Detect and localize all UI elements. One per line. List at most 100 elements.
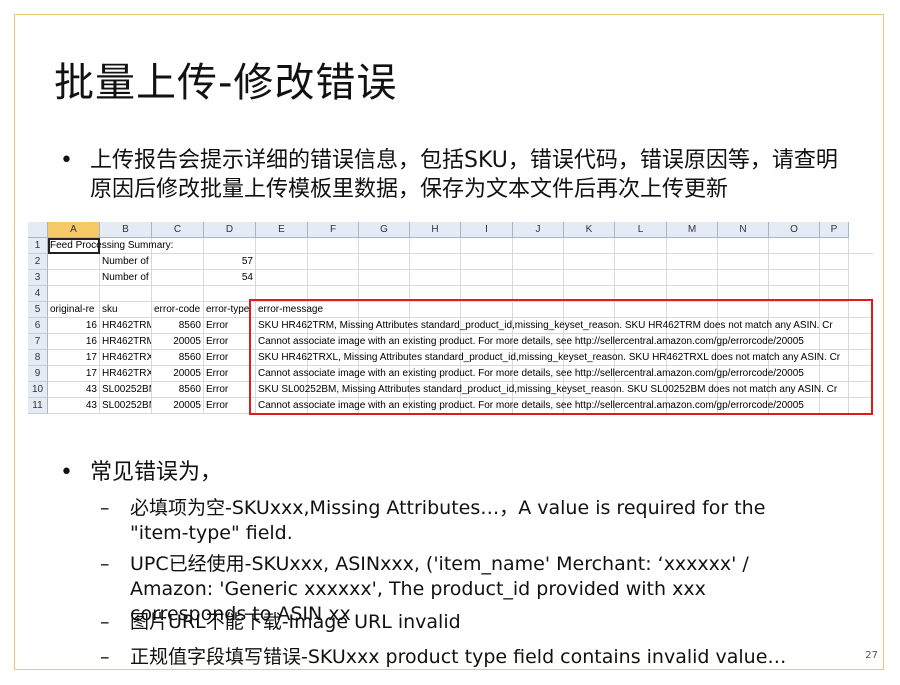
column-header-d[interactable]: D <box>204 222 256 238</box>
grid-cell[interactable] <box>615 254 667 270</box>
slide-title: 批量上传-修改错误 <box>54 60 398 106</box>
bullet-dot: • <box>60 148 73 173</box>
grid-cell[interactable] <box>820 270 849 286</box>
data-cell[interactable]: 17 <box>48 350 100 366</box>
data-cell[interactable]: HR462TRM <box>100 318 152 334</box>
grid-cell[interactable] <box>256 270 308 286</box>
sub-item-text: 必填项为空-SKUxxx,Missing Attributes…，A value… <box>130 497 766 544</box>
data-cell[interactable]: SL00252BM <box>100 398 152 414</box>
grid-cell[interactable] <box>718 270 769 286</box>
row-number[interactable]: 4 <box>28 286 48 302</box>
data-cell[interactable]: 17 <box>48 366 100 382</box>
data-cell[interactable]: 20005 <box>152 398 204 414</box>
grid-cell[interactable] <box>410 254 461 270</box>
data-cell[interactable]: 20005 <box>152 366 204 382</box>
data-cell[interactable]: 16 <box>48 318 100 334</box>
data-cell[interactable]: Number of records p <box>100 254 152 270</box>
data-cell[interactable]: 43 <box>48 398 100 414</box>
grid-cell[interactable] <box>615 270 667 286</box>
data-cell[interactable]: 54 <box>204 270 256 286</box>
data-cell[interactable]: 8560 <box>152 382 204 398</box>
grid-cell[interactable] <box>513 270 564 286</box>
grid-cell[interactable] <box>359 270 410 286</box>
data-cell[interactable]: 8560 <box>152 318 204 334</box>
column-header-p[interactable]: P <box>820 222 849 238</box>
column-header-m[interactable]: M <box>667 222 718 238</box>
row-number[interactable]: 10 <box>28 382 48 398</box>
column-header-a[interactable]: A <box>48 222 100 238</box>
grid-cell[interactable] <box>100 286 152 302</box>
grid-cell[interactable] <box>769 270 820 286</box>
data-cell[interactable]: 16 <box>48 334 100 350</box>
column-header-b[interactable]: B <box>100 222 152 238</box>
row-number[interactable]: 2 <box>28 254 48 270</box>
data-cell[interactable]: 8560 <box>152 350 204 366</box>
data-cell[interactable]: HR462TRX <box>100 350 152 366</box>
sub-item-text: 图片URL不能下载-Image URL invalid <box>130 611 461 633</box>
grid-cell[interactable] <box>48 270 100 286</box>
grid-cell[interactable] <box>256 254 308 270</box>
grid-cell[interactable] <box>308 270 359 286</box>
dash-marker: – <box>100 553 110 575</box>
grid-cell[interactable] <box>461 254 513 270</box>
column-header-k[interactable]: K <box>564 222 615 238</box>
column-header-l[interactable]: L <box>615 222 667 238</box>
bullet-text: 上传报告会提示详细的错误信息，包括SKU，错误代码，错误原因等，请查明原因后修改… <box>90 148 838 202</box>
grid-cell[interactable] <box>48 254 100 270</box>
select-all-corner[interactable] <box>28 222 48 238</box>
grid-cell[interactable] <box>820 254 849 270</box>
row-number[interactable]: 11 <box>28 398 48 414</box>
column-header-h[interactable]: H <box>410 222 461 238</box>
table-row: 1 Feed Processing Summary: <box>28 238 873 254</box>
error-message-highlight <box>249 299 873 415</box>
column-header-row: ABCDEFGHIJKLMNOP <box>28 222 873 238</box>
row-number[interactable]: 3 <box>28 270 48 286</box>
data-cell[interactable]: Feed Processing Summary: <box>48 238 873 254</box>
data-cell[interactable]: Number of records s <box>100 270 152 286</box>
dash-marker: – <box>100 497 110 519</box>
data-cell[interactable]: 20005 <box>152 334 204 350</box>
grid-cell[interactable] <box>359 254 410 270</box>
data-cell[interactable]: 57 <box>204 254 256 270</box>
data-cell[interactable]: SL00252BM <box>100 382 152 398</box>
sub-item-text: 正规值字段填写错误-SKUxxx product type field cont… <box>130 646 787 668</box>
row-number[interactable]: 6 <box>28 318 48 334</box>
bullet-text: 常见错误为， <box>90 460 223 485</box>
grid-cell[interactable] <box>308 254 359 270</box>
row-number[interactable]: 5 <box>28 302 48 318</box>
column-header-n[interactable]: N <box>718 222 769 238</box>
dash-marker: – <box>100 646 110 668</box>
grid-cell[interactable] <box>152 270 204 286</box>
table-row: 2 Number of records p 57 <box>28 254 873 270</box>
grid-cell[interactable] <box>48 286 100 302</box>
data-cell[interactable]: HR462TRX <box>100 366 152 382</box>
column-header-e[interactable]: E <box>256 222 308 238</box>
row-number[interactable]: 8 <box>28 350 48 366</box>
grid-cell[interactable] <box>152 286 204 302</box>
column-header-j[interactable]: J <box>513 222 564 238</box>
grid-cell[interactable] <box>564 270 615 286</box>
grid-cell[interactable] <box>667 254 718 270</box>
table-row: 3 Number of records s 54 <box>28 270 873 286</box>
data-cell[interactable]: HR462TRM <box>100 334 152 350</box>
column-header-g[interactable]: G <box>359 222 410 238</box>
data-cell[interactable]: original-re <box>48 302 100 318</box>
column-header-i[interactable]: I <box>461 222 513 238</box>
grid-cell[interactable] <box>564 254 615 270</box>
column-header-c[interactable]: C <box>152 222 204 238</box>
row-number[interactable]: 7 <box>28 334 48 350</box>
grid-cell[interactable] <box>410 270 461 286</box>
column-header-f[interactable]: F <box>308 222 359 238</box>
data-cell[interactable]: error-code <box>152 302 204 318</box>
grid-cell[interactable] <box>667 270 718 286</box>
data-cell[interactable]: 43 <box>48 382 100 398</box>
grid-cell[interactable] <box>461 270 513 286</box>
grid-cell[interactable] <box>769 254 820 270</box>
grid-cell[interactable] <box>152 254 204 270</box>
row-number[interactable]: 1 <box>28 238 48 254</box>
grid-cell[interactable] <box>513 254 564 270</box>
data-cell[interactable]: sku <box>100 302 152 318</box>
grid-cell[interactable] <box>718 254 769 270</box>
row-number[interactable]: 9 <box>28 366 48 382</box>
column-header-o[interactable]: O <box>769 222 820 238</box>
